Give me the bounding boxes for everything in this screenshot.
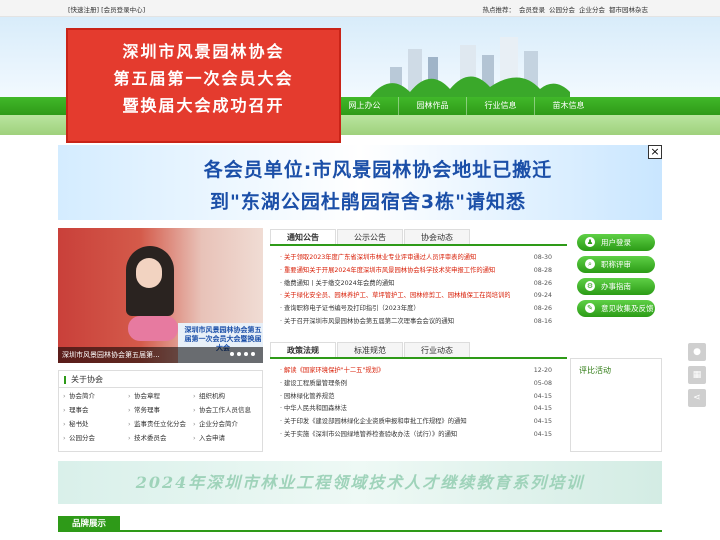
qrcode-icon[interactable]: ▦ bbox=[688, 366, 706, 384]
search-icon: ⌕ bbox=[585, 259, 595, 269]
slider-dot[interactable] bbox=[251, 352, 255, 356]
list-item[interactable]: 关于印发《建设部园林绿化企业资质申报和审批工作规程》的通知04-15 bbox=[280, 416, 552, 429]
list-item[interactable]: 建设工程质量管理条例05-08 bbox=[280, 378, 552, 391]
banner-line-1: 各会员单位:市风景园林协会地址已搬迁 bbox=[203, 159, 553, 181]
brand-title: 品牌展示 bbox=[58, 516, 120, 532]
list-item[interactable]: 关于实施《深圳市公园绿地管养检查验收办法（试行）》的通知04-15 bbox=[280, 429, 552, 442]
document-icon: ✎ bbox=[585, 303, 595, 313]
nav-works[interactable]: 园林作品 bbox=[398, 97, 466, 115]
hot-label: 热点推荐： bbox=[482, 6, 516, 14]
list-item[interactable]: 中华人民共和国森林法04-15 bbox=[280, 403, 552, 416]
nav-industry-info[interactable]: 行业信息 bbox=[466, 97, 534, 115]
about-link[interactable]: 秘书处 bbox=[63, 419, 128, 429]
about-title: 关于协会 bbox=[59, 371, 262, 388]
about-link[interactable]: 公园分会 bbox=[63, 433, 128, 443]
slider-dots[interactable] bbox=[227, 350, 255, 358]
list-item[interactable]: 关于绿化安全员、园林养护工、草坪管护工、园林修剪工、园林植保工在岗培训的...0… bbox=[280, 290, 552, 303]
competition-box: 评比活动 bbox=[570, 358, 662, 452]
policy-tabs: 政策法规 标准规范 行业动态 bbox=[270, 342, 567, 359]
user-icon: ♟ bbox=[585, 237, 595, 247]
about-link[interactable]: 理事会 bbox=[63, 405, 128, 415]
hot-link-enterprise-branch[interactable]: 企业分会 bbox=[579, 6, 605, 14]
about-link[interactable]: 技术委员会 bbox=[128, 433, 193, 443]
hot-link-park-branch[interactable]: 公园分会 bbox=[549, 6, 575, 14]
feedback-button[interactable]: ✎ 意见收集及反馈 bbox=[577, 300, 655, 317]
about-association-box: 关于协会 协会简介 协会章程 组织机构 理事会 常务理事 协会工作人员信息 秘书… bbox=[58, 370, 263, 452]
tab-policies[interactable]: 政策法规 bbox=[270, 342, 336, 357]
slider-dot[interactable] bbox=[244, 352, 248, 356]
about-link[interactable]: 入会申请 bbox=[193, 433, 258, 443]
relocation-notice-banner[interactable]: 各会员单位:市风景园林协会地址已搬迁 到"东湖公园杜鹃园宿舍3栋"请知悉 bbox=[58, 145, 662, 220]
about-link[interactable]: 常务理事 bbox=[128, 405, 193, 415]
about-link[interactable]: 监事责任立化分会 bbox=[128, 419, 193, 429]
popup-line-1: 深圳市风景园林协会 bbox=[122, 42, 285, 61]
list-item[interactable]: 园林绿化管养规范04-15 bbox=[280, 391, 552, 404]
share-icon[interactable]: ⋖ bbox=[688, 389, 706, 407]
title-review-button[interactable]: ⌕ 职称评审 bbox=[577, 256, 655, 273]
slider-dot[interactable] bbox=[230, 352, 234, 356]
policy-list: 解读《国家环境保护"十二五"规划》12-20 建设工程质量管理条例05-08 园… bbox=[280, 365, 552, 442]
tab-association-news[interactable]: 协会动态 bbox=[404, 229, 470, 244]
nav-nursery-info[interactable]: 苗木信息 bbox=[534, 97, 602, 115]
popup-line-2: 第五届第一次会员大会 bbox=[113, 69, 294, 88]
training-banner[interactable]: 2024年深圳市林业工程领域技术人才继续教育系列培训 bbox=[58, 461, 662, 504]
brand-section-header: 品牌展示 bbox=[58, 516, 662, 532]
about-link[interactable]: 组织机构 bbox=[193, 391, 258, 401]
about-link[interactable]: 协会章程 bbox=[128, 391, 193, 401]
list-item[interactable]: 关于召开深圳市风景园林协会第五届第二次理事会会议的通知08-16 bbox=[280, 316, 552, 329]
notice-list: 关于领取2023年度广东省深圳市林业专业评审通过人员评审表的通知08-30 重要… bbox=[280, 252, 552, 329]
list-item[interactable]: 缴费通知丨关于缴交2024年会费的通知08-26 bbox=[280, 278, 552, 291]
popup-line-3: 暨换届大会成功召开 bbox=[122, 96, 285, 115]
top-bar: [快速注册] [会员登录中心] 热点推荐： 会员登录 公园分会 企业分会 都市园林杂志 bbox=[0, 0, 720, 17]
list-item[interactable]: 重要通知关于开展2024年度深圳市风景园林协会科学技术奖申报工作的通知08-28 bbox=[280, 265, 552, 278]
tab-standards[interactable]: 标准规范 bbox=[337, 342, 403, 357]
about-link[interactable]: 协会简介 bbox=[63, 391, 128, 401]
register-login-links[interactable]: [快速注册] [会员登录中心] bbox=[68, 4, 145, 14]
list-item[interactable]: 解读《国家环境保护"十二五"规划》12-20 bbox=[280, 365, 552, 378]
training-title: 2024年深圳市林业工程领域技术人才继续教育系列培训 bbox=[135, 473, 585, 492]
tab-notices[interactable]: 通知公告 bbox=[270, 229, 336, 244]
hot-link-member-login[interactable]: 会员登录 bbox=[519, 6, 545, 14]
tab-public-announcements[interactable]: 公示公告 bbox=[337, 229, 403, 244]
wechat-icon[interactable]: ● bbox=[688, 343, 706, 361]
floating-announcement-popup[interactable]: 深圳市风景园林协会 第五届第一次会员大会 暨换届大会成功召开 bbox=[66, 28, 341, 143]
quick-links: ♟ 用户登录 ⌕ 职称评审 ⚙ 办事指南 ✎ 意见收集及反馈 bbox=[577, 234, 655, 322]
hot-link-magazine[interactable]: 都市园林杂志 bbox=[609, 6, 648, 14]
banner-line-2: 到"东湖公园杜鹃园宿舍3栋"请知悉 bbox=[209, 191, 527, 213]
notice-tabs: 通知公告 公示公告 协会动态 bbox=[270, 229, 567, 246]
gear-icon: ⚙ bbox=[585, 281, 595, 291]
podium-flowers bbox=[128, 316, 178, 341]
speaker-face bbox=[136, 258, 162, 288]
slider-dot[interactable] bbox=[237, 352, 241, 356]
list-item[interactable]: 查询职称电子证书编号及打印指引（2023年度）08-26 bbox=[280, 303, 552, 316]
hot-links: 热点推荐： 会员登录 公园分会 企业分会 都市园林杂志 bbox=[479, 4, 649, 14]
city-skyline-illustration bbox=[370, 37, 570, 97]
about-link[interactable]: 企业分会简介 bbox=[193, 419, 258, 429]
news-image-slider[interactable]: 深圳市风景园林协会第五届第一次会员大会暨换届大会 深圳市风景园林协会第五届第..… bbox=[58, 228, 263, 363]
close-icon[interactable]: × bbox=[648, 145, 662, 159]
tab-industry-news[interactable]: 行业动态 bbox=[404, 342, 470, 357]
competition-title[interactable]: 评比活动 bbox=[571, 359, 661, 382]
about-link[interactable]: 协会工作人员信息 bbox=[193, 405, 258, 415]
guide-button[interactable]: ⚙ 办事指南 bbox=[577, 278, 655, 295]
user-login-button[interactable]: ♟ 用户登录 bbox=[577, 234, 655, 251]
list-item[interactable]: 关于领取2023年度广东省深圳市林业专业评审通过人员评审表的通知08-30 bbox=[280, 252, 552, 265]
